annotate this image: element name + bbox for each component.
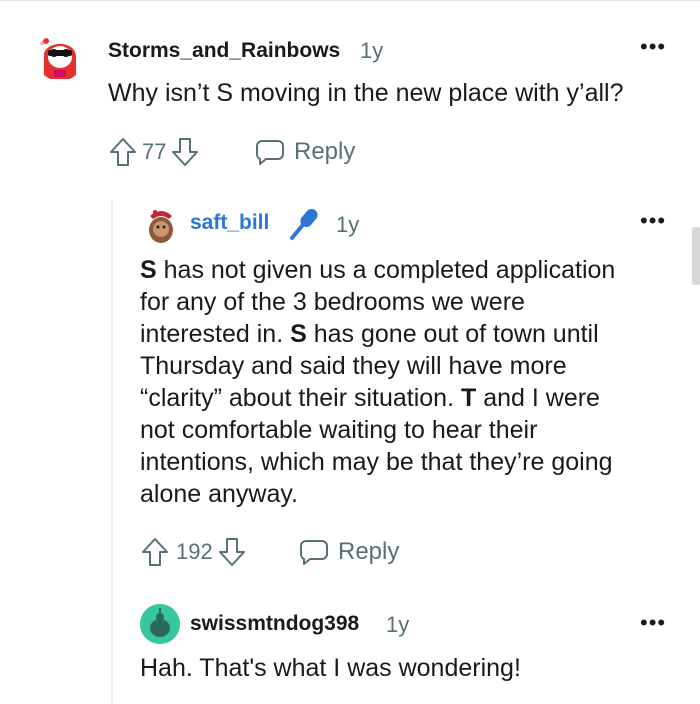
downvote-icon[interactable] <box>170 136 200 168</box>
text: for any of the 3 bedrooms we were <box>140 288 525 316</box>
scrollbar[interactable] <box>692 227 700 285</box>
text: alone anyway. <box>140 480 298 508</box>
bold-text: T <box>460 384 477 412</box>
bold-text: S <box>140 256 157 284</box>
comment-line: interested in. S has gone out of town un… <box>140 318 615 350</box>
more-options-icon[interactable]: ••• <box>640 36 666 58</box>
text: has not given us a completed application <box>156 256 616 284</box>
chat-bubble-icon <box>300 540 328 565</box>
vote-bar: 77 <box>108 136 200 168</box>
comment-text: Hah. That's what I was wondering! <box>140 654 521 682</box>
text: intentions, which may be that they’re go… <box>140 448 613 476</box>
comment-age: 1y <box>360 38 384 63</box>
text: Thursday and said they will have more <box>140 352 567 380</box>
vote-count: 77 <box>142 139 167 164</box>
avatar[interactable] <box>36 33 84 81</box>
comment-line: intentions, which may be that they’re go… <box>140 446 615 478</box>
username[interactable]: saft_bill <box>190 211 269 235</box>
username[interactable]: Storms_and_Rainbows <box>108 39 340 63</box>
avatar[interactable] <box>141 206 181 246</box>
more-options-icon[interactable]: ••• <box>640 612 666 634</box>
reply-button[interactable]: Reply <box>298 536 399 568</box>
upvote-icon[interactable] <box>108 136 138 168</box>
reply-button[interactable]: Reply <box>254 136 355 168</box>
text: not comfortable waiting to hear their <box>140 416 538 444</box>
comment-age: 1y <box>336 212 360 237</box>
bold-text: S <box>290 320 307 348</box>
chat-bubble-icon <box>256 140 284 165</box>
comment-line: for any of the 3 bedrooms we were <box>140 286 615 318</box>
avatar[interactable] <box>140 604 180 644</box>
comment-line: not comfortable waiting to hear their <box>140 414 615 446</box>
comment-text: S has not given us a completed applicati… <box>140 254 615 510</box>
username[interactable]: swissmtndog398 <box>190 612 359 636</box>
reply-label: Reply <box>294 138 356 165</box>
text: “clarity” about their situation. <box>140 384 461 412</box>
comment-age: 1y <box>386 612 410 637</box>
text: interested in. <box>140 320 291 348</box>
thread-line[interactable] <box>111 200 113 704</box>
comment-text: Why isn’t S moving in the new place with… <box>108 79 624 107</box>
vote-count: 192 <box>176 539 213 564</box>
text: has gone out of town until <box>306 320 599 348</box>
more-options-icon[interactable]: ••• <box>640 210 666 232</box>
vote-bar: 192 <box>140 536 247 568</box>
top-divider <box>0 0 700 1</box>
comment-line: alone anyway. <box>140 478 615 510</box>
comment-line: S has not given us a completed applicati… <box>140 254 615 286</box>
upvote-icon[interactable] <box>140 536 170 568</box>
text: and I were <box>476 384 600 412</box>
comment-line: Thursday and said they will have more <box>140 350 615 382</box>
microphone-icon <box>290 208 318 240</box>
reply-label: Reply <box>338 538 400 565</box>
downvote-icon[interactable] <box>217 536 247 568</box>
comment-line: “clarity” about their situation. T and I… <box>140 382 615 414</box>
